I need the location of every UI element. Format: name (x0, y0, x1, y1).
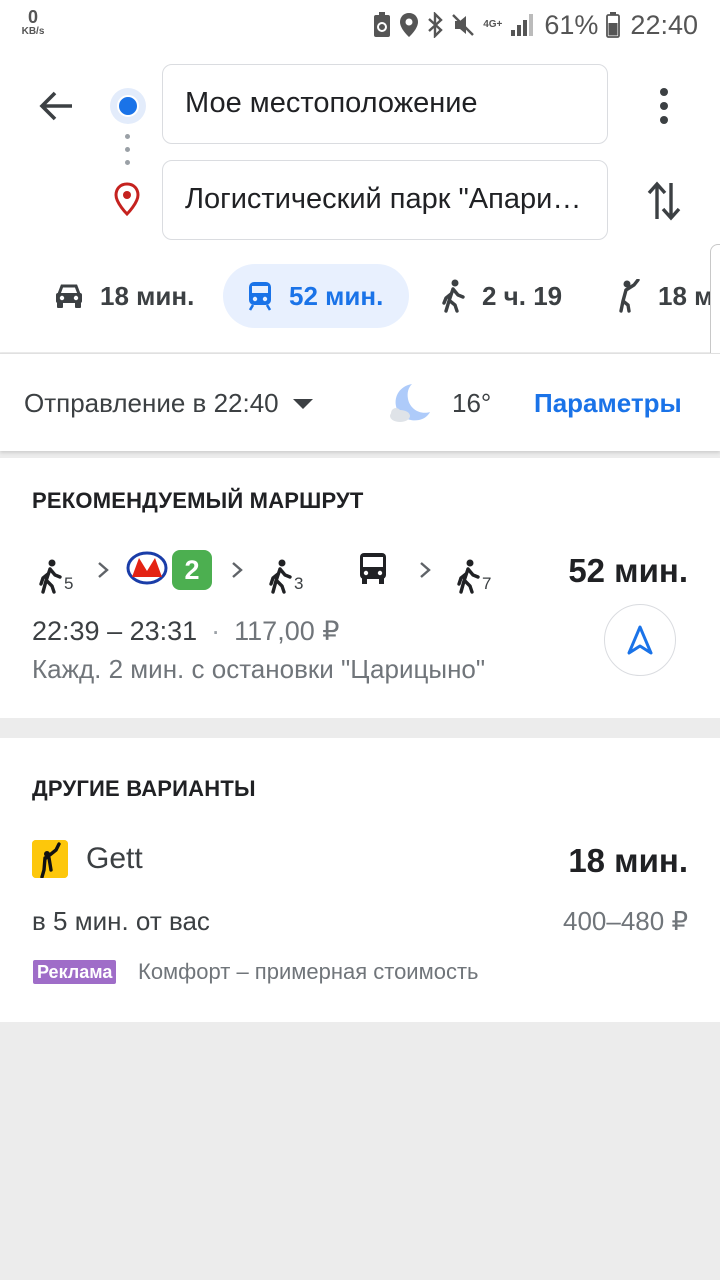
departure-time-label: Отправление в 22:40 (24, 388, 279, 418)
walk-icon (442, 279, 465, 313)
battery-saver-icon (373, 12, 391, 38)
network-type: 4G+ (483, 19, 503, 30)
network-speed: 0 KB/s (18, 8, 48, 37)
route-schedule: 22:39 – 23:31 · 117,00 ₽ (32, 616, 339, 647)
route-price: 117,00 ₽ (234, 616, 340, 646)
signal-icon (510, 13, 536, 37)
route-hours: 22:39 – 23:31 (32, 616, 198, 646)
chevron-right-icon (420, 562, 431, 578)
bus-icon (360, 553, 386, 584)
other-options-card: ДРУГИЕ ВАРИАНТЫ Gett 18 мин. в 5 мин. от… (0, 738, 720, 1022)
mute-icon (451, 12, 475, 38)
route-connector-dots (125, 134, 131, 170)
status-bar: 0 KB/s 4G+ 61% 22:40 (0, 0, 720, 50)
route-frequency: Кажд. 2 мин. с остановки "Царицыно" (32, 654, 486, 684)
network-speed-value: 0 (27, 7, 38, 27)
tab-walking[interactable]: 2 ч. 19 (440, 264, 562, 328)
walk-step-2-minutes: 3 (294, 574, 304, 593)
options-button[interactable]: Параметры (534, 388, 682, 419)
destination-pin-icon (111, 182, 143, 218)
gett-duration: 18 мин. (568, 842, 688, 879)
back-button[interactable] (34, 84, 78, 128)
tab-transit[interactable]: 52 мин. (223, 264, 409, 328)
arrow-back-icon (39, 91, 72, 121)
temperature: 16° (452, 388, 492, 418)
origin-input[interactable]: Мое местоположение (162, 64, 608, 144)
other-options-title: ДРУГИЕ ВАРИАНТЫ (32, 776, 256, 801)
dropdown-caret-icon (292, 398, 313, 409)
route-duration: 52 мин. (568, 552, 688, 589)
swap-vert-icon (647, 181, 681, 221)
chevron-right-icon (232, 562, 243, 578)
bluetooth-icon (427, 12, 443, 38)
metro-logo-icon (126, 551, 168, 585)
tab-ride-hailing[interactable]: 18 мин. (614, 264, 720, 328)
destination-input[interactable]: Логистический парк "Апарина" (162, 160, 608, 240)
network-speed-unit: KB/s (21, 26, 45, 37)
recommended-route-title: РЕКОМЕНДУЕМЫЙ МАРШРУТ (32, 488, 364, 513)
tab-driving-label: 18 мин. (100, 280, 195, 311)
tab-walking-label: 2 ч. 19 (482, 280, 563, 311)
night-weather-icon (386, 382, 434, 426)
gett-price: 400–480 ₽ (563, 906, 688, 936)
tab-transit-label: 52 мин. (289, 280, 384, 311)
status-icons: 4G+ 61% 22:40 (373, 8, 698, 42)
ride-hail-icon (619, 279, 640, 313)
recommended-route-card[interactable]: РЕКОМЕНДУЕМЫЙ МАРШРУТ 5 2 3 7 52 мин. 22… (0, 458, 720, 718)
departure-bar: Отправление в 22:40 16° Параметры (0, 353, 720, 451)
ad-badge: Реклама (33, 960, 117, 984)
gett-provider-name[interactable]: Gett (86, 842, 143, 876)
tab-driving[interactable]: 18 мин. (54, 264, 194, 328)
gett-logo-icon (32, 840, 68, 878)
origin-dot-icon (110, 88, 146, 124)
gett-eta: в 5 мин. от вас (32, 906, 210, 936)
metro-line-badge: 2 (172, 550, 212, 590)
route-separator: · (211, 616, 221, 646)
walk-icon (39, 559, 62, 594)
more-vert-icon (660, 88, 668, 124)
walk-icon (457, 559, 480, 594)
train-icon (248, 282, 272, 311)
battery-percent: 61% (544, 9, 599, 40)
swap-button[interactable] (640, 170, 688, 232)
location-icon (399, 12, 419, 38)
clock: 22:40 (630, 9, 698, 40)
navigation-arrow-icon (627, 625, 653, 655)
car-icon (56, 284, 82, 308)
start-navigation-button[interactable] (604, 604, 676, 676)
departure-time-dropdown[interactable]: Отправление в 22:40 (24, 388, 313, 419)
walk-step-2: 3 (268, 550, 303, 594)
walk-step-1: 5 (38, 550, 73, 594)
walk-step-3-minutes: 7 (482, 574, 492, 593)
more-options-button[interactable] (642, 78, 686, 134)
travel-mode-tabs: 18 мин. 52 мин. 2 ч. 19 18 мин. (0, 264, 720, 328)
walk-icon (269, 559, 292, 594)
directions-header: Мое местоположение Логистический парк "А… (0, 50, 720, 352)
battery-icon (606, 12, 621, 38)
walk-step-3: 7 (456, 550, 491, 594)
chevron-right-icon (98, 562, 109, 578)
walk-step-1-minutes: 5 (64, 574, 74, 593)
ad-description: Комфорт – примерная стоимость (138, 959, 479, 984)
